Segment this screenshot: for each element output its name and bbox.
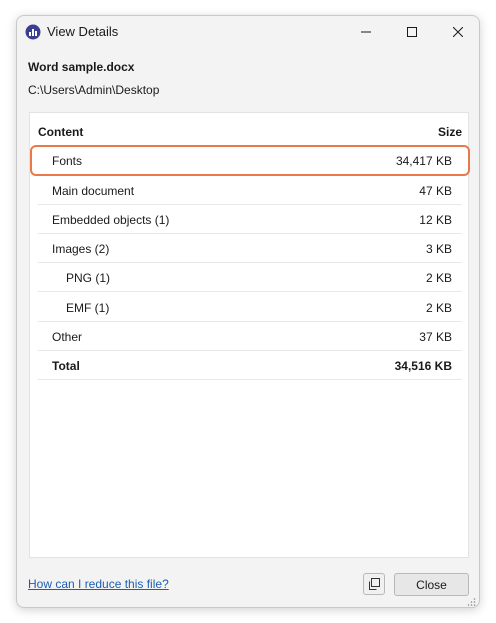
- table-row-images: Images (2) 3 KB: [38, 234, 462, 263]
- total-label: Total: [52, 359, 80, 373]
- minimize-icon: [361, 31, 371, 33]
- file-path: C:\Users\Admin\Desktop: [28, 83, 160, 97]
- window-title: View Details: [47, 24, 119, 39]
- total-value: 34,516 KB: [394, 359, 452, 373]
- resize-grip-icon[interactable]: [466, 594, 476, 606]
- row-value: 47 KB: [419, 184, 452, 198]
- row-value: 12 KB: [419, 213, 452, 227]
- row-label: Main document: [52, 184, 135, 198]
- table-row-emf: EMF (1) 2 KB: [38, 293, 462, 322]
- content-column-header: Content: [38, 125, 84, 139]
- row-value: 2 KB: [425, 271, 452, 285]
- maximize-icon: [407, 27, 417, 37]
- table-row-other: Other 37 KB: [38, 322, 462, 351]
- table-header: Content Size: [38, 117, 462, 146]
- table-row-total: Total 34,516 KB: [38, 351, 462, 380]
- row-value: 34,417 KB: [395, 154, 452, 168]
- row-label: PNG (1): [66, 271, 111, 285]
- close-icon: [453, 27, 463, 37]
- copy-button[interactable]: [363, 573, 385, 595]
- table-row-fonts: Fonts 34,417 KB: [38, 146, 462, 175]
- file-name: Word sample.docx: [28, 60, 135, 74]
- row-label: Images (2): [52, 242, 110, 256]
- row-label: EMF (1): [66, 301, 110, 315]
- row-value: 2 KB: [425, 301, 452, 315]
- row-label: Other: [52, 330, 83, 344]
- row-label: Fonts: [52, 154, 83, 168]
- title-bar[interactable]: View Details: [17, 16, 479, 48]
- content-size-table: Content Size Fonts 34,417 KB Main docume…: [29, 112, 470, 558]
- table-row-embedded-objects: Embedded objects (1) 12 KB: [38, 205, 462, 234]
- table-row-main-document: Main document 47 KB: [38, 176, 462, 205]
- close-window-button[interactable]: [435, 16, 479, 48]
- copy-icon: [369, 578, 380, 590]
- reduce-file-help-link[interactable]: How can I reduce this file?: [28, 577, 169, 591]
- maximize-button[interactable]: [389, 16, 435, 48]
- row-label: Embedded objects (1): [52, 213, 170, 227]
- bar-chart-app-icon: [25, 24, 41, 40]
- minimize-button[interactable]: [343, 16, 389, 48]
- view-details-window: View Details Word sample.docx C:\Users\A…: [16, 15, 480, 608]
- close-button[interactable]: Close: [394, 573, 469, 596]
- table-row-png: PNG (1) 2 KB: [38, 263, 462, 292]
- size-column-header: Size: [437, 125, 462, 139]
- row-value: 37 KB: [419, 330, 452, 344]
- row-value: 3 KB: [425, 242, 452, 256]
